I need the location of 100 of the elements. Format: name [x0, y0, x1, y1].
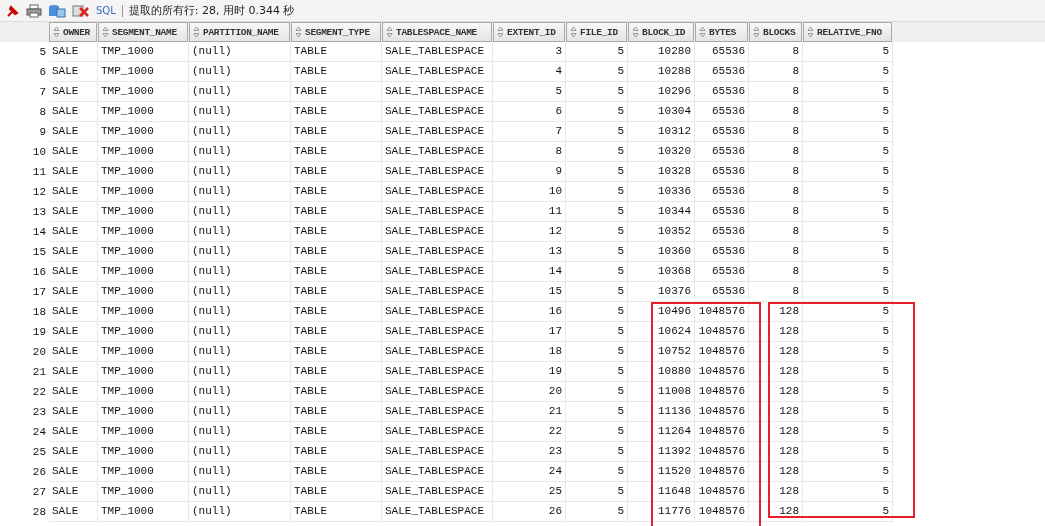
- sort-icon: [570, 26, 577, 38]
- table-cell: 8: [749, 142, 803, 162]
- database-icon[interactable]: [48, 3, 66, 18]
- table-cell: (null): [189, 42, 291, 62]
- table-cell: 65536: [695, 82, 749, 102]
- table-cell: 10328: [628, 162, 695, 182]
- table-cell: SALE_TABLESPACE: [382, 242, 493, 262]
- table-cell: 65536: [695, 162, 749, 182]
- table-cell: TMP_1000: [98, 122, 189, 142]
- table-cell: 5: [803, 362, 893, 382]
- table-cell: 5: [803, 62, 893, 82]
- table-cell: SALE_TABLESPACE: [382, 342, 493, 362]
- column-header[interactable]: EXTENT_ID: [493, 22, 565, 42]
- table-cell: 8: [749, 122, 803, 142]
- table-cell: 5: [566, 502, 628, 522]
- table-cell: (null): [189, 482, 291, 502]
- table-cell: SALE: [49, 142, 98, 162]
- table-cell: SALE_TABLESPACE: [382, 322, 493, 342]
- table-cell: TMP_1000: [98, 462, 189, 482]
- table-cell: TMP_1000: [98, 242, 189, 262]
- table-cell: 5: [803, 382, 893, 402]
- table-cell: 10312: [628, 122, 695, 142]
- delete-icon[interactable]: [72, 3, 90, 18]
- table-cell: (null): [189, 242, 291, 262]
- table-cell: 65536: [695, 142, 749, 162]
- table-cell: (null): [189, 442, 291, 462]
- table-cell: 5: [566, 382, 628, 402]
- table-cell: 5: [803, 262, 893, 282]
- table-cell: TMP_1000: [98, 302, 189, 322]
- column-header[interactable]: RELATIVE_FNO: [803, 22, 892, 42]
- table-cell: (null): [189, 282, 291, 302]
- table-cell: 128: [749, 382, 803, 402]
- column-header[interactable]: TABLESPACE_NAME: [382, 22, 492, 42]
- column-header[interactable]: SEGMENT_NAME: [98, 22, 188, 42]
- column-header[interactable]: FILE_ID: [566, 22, 627, 42]
- table-cell: TABLE: [291, 342, 382, 362]
- column-header[interactable]: BYTES: [695, 22, 748, 42]
- table-cell: 1048576: [695, 482, 749, 502]
- table-cell: 10624: [628, 322, 695, 342]
- table-cell: 5: [803, 302, 893, 322]
- table-cell: SALE: [49, 102, 98, 122]
- table-cell: SALE: [49, 182, 98, 202]
- table-cell: 11392: [628, 442, 695, 462]
- table-cell: SALE_TABLESPACE: [382, 142, 493, 162]
- table-cell: 5: [803, 222, 893, 242]
- table-cell: 128: [749, 362, 803, 382]
- table-cell: TMP_1000: [98, 442, 189, 462]
- table-cell: (null): [189, 362, 291, 382]
- table-cell: SALE_TABLESPACE: [382, 182, 493, 202]
- table-cell: 20: [493, 382, 566, 402]
- table-cell: TABLE: [291, 322, 382, 342]
- column-header[interactable]: BLOCK_ID: [628, 22, 694, 42]
- table-cell: 65536: [695, 202, 749, 222]
- table-cell: 5: [566, 182, 628, 202]
- table-cell: 11: [493, 202, 566, 222]
- sort-icon: [193, 26, 200, 38]
- table-cell: 5: [803, 182, 893, 202]
- table-cell: SALE: [49, 462, 98, 482]
- table-cell: TMP_1000: [98, 102, 189, 122]
- table-cell: 11264: [628, 422, 695, 442]
- table-cell: 13: [493, 242, 566, 262]
- table-cell: 16: [493, 302, 566, 322]
- table-cell: 5: [566, 162, 628, 182]
- table-cell: SALE: [49, 82, 98, 102]
- column-header[interactable]: BLOCKS: [749, 22, 802, 42]
- table-cell: 65536: [695, 262, 749, 282]
- table-cell: (null): [189, 342, 291, 362]
- table-cell: (null): [189, 262, 291, 282]
- table-cell: TABLE: [291, 402, 382, 422]
- column-header[interactable]: SEGMENT_TYPE: [291, 22, 381, 42]
- sort-icon: [53, 26, 60, 38]
- table-cell: (null): [189, 462, 291, 482]
- table-cell: TABLE: [291, 502, 382, 522]
- table-cell: 5: [566, 282, 628, 302]
- sort-icon: [632, 26, 639, 38]
- table-cell: 10752: [628, 342, 695, 362]
- table-cell: TABLE: [291, 62, 382, 82]
- table-cell: TMP_1000: [98, 142, 189, 162]
- table-cell: 11776: [628, 502, 695, 522]
- table-cell: 128: [749, 462, 803, 482]
- table-cell: 11136: [628, 402, 695, 422]
- table-cell: SALE: [49, 222, 98, 242]
- table-cell: 128: [749, 442, 803, 462]
- table-cell: 8: [493, 142, 566, 162]
- table-cell: TABLE: [291, 262, 382, 282]
- column-header[interactable]: PARTITION_NAME: [189, 22, 290, 42]
- table-cell: (null): [189, 82, 291, 102]
- table-cell: 8: [749, 202, 803, 222]
- printer-icon[interactable]: [26, 3, 42, 18]
- table-cell: 10288: [628, 62, 695, 82]
- table-cell: 18: [493, 342, 566, 362]
- table-cell: TABLE: [291, 182, 382, 202]
- sql-link[interactable]: SQL: [96, 5, 116, 16]
- table-cell: 8: [749, 262, 803, 282]
- table-cell: 10344: [628, 202, 695, 222]
- table-cell: SALE_TABLESPACE: [382, 282, 493, 302]
- table-cell: 65536: [695, 62, 749, 82]
- column-header[interactable]: OWNER: [49, 22, 97, 42]
- pin-icon[interactable]: [6, 3, 20, 18]
- table-cell: 5: [803, 162, 893, 182]
